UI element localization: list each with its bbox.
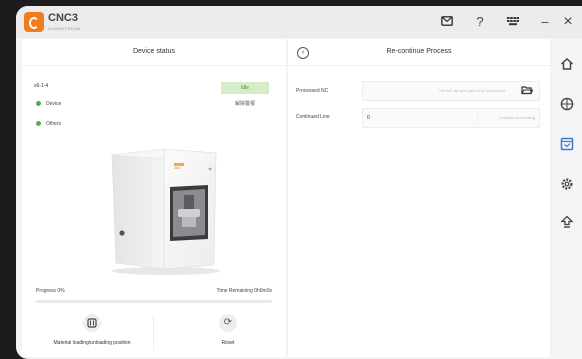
progress-bar bbox=[36, 300, 272, 303]
status-dot-icon bbox=[36, 101, 41, 107]
cnc-machine-image bbox=[111, 148, 220, 275]
side-nav bbox=[552, 39, 582, 359]
status-label: Others bbox=[46, 121, 62, 127]
processed-nc-field[interactable]: The NC file and path to be processed bbox=[362, 81, 540, 101]
material-loading-button[interactable]: Material loading/unloading position bbox=[52, 314, 132, 346]
cnc-logo-icon bbox=[24, 12, 44, 32]
device-status-title: Device status bbox=[22, 39, 286, 66]
continued-line-input[interactable] bbox=[367, 109, 477, 127]
time-remaining-label: Time Remaining 0h0m0s bbox=[216, 288, 272, 294]
action-label: Reset bbox=[221, 340, 235, 346]
status-label: Device bbox=[46, 101, 62, 107]
back-icon[interactable]: ‹ bbox=[297, 47, 309, 59]
close-icon[interactable]: × bbox=[558, 12, 578, 32]
settings-icon[interactable] bbox=[557, 177, 577, 197]
progress-label: Progress 0% bbox=[36, 288, 65, 294]
continued-line-label: Continued Line bbox=[296, 114, 330, 120]
status-item-device: Device bbox=[36, 101, 61, 107]
status-dot-icon bbox=[36, 121, 41, 127]
status-item-others: Others bbox=[36, 121, 61, 127]
upgrade-icon[interactable] bbox=[557, 215, 577, 235]
app-name: CNC3 bbox=[48, 12, 78, 24]
processed-nc-placeholder: The NC file and path to be processed bbox=[438, 88, 505, 93]
app-window: CNC3 DOWNSTREAM ? – × Device status s6-1… bbox=[16, 6, 582, 359]
keyboard-icon[interactable] bbox=[503, 12, 523, 32]
action-label: Material loading/unloading position bbox=[53, 340, 131, 346]
help-icon[interactable]: ? bbox=[470, 12, 490, 32]
clear-alarm-button[interactable]: 解除警报 bbox=[221, 99, 269, 109]
reset-button[interactable]: ⟳ Reset bbox=[208, 314, 248, 346]
title-bar: CNC3 DOWNSTREAM ? – × bbox=[16, 6, 582, 38]
reset-icon: ⟳ bbox=[219, 314, 237, 332]
continue-processing-hint: Continue processing bbox=[498, 115, 535, 120]
field-separator bbox=[477, 114, 478, 122]
processed-nc-label: Processed NC bbox=[296, 88, 329, 94]
app-subtitle: DOWNSTREAM bbox=[48, 26, 81, 31]
recontinue-process-panel: Re-continue Process ‹ Processed NC The N… bbox=[288, 39, 550, 357]
process-title: Re-continue Process bbox=[386, 48, 452, 55]
continued-line-field[interactable]: Continue processing bbox=[362, 108, 540, 128]
globe-icon[interactable] bbox=[557, 97, 577, 117]
device-id: s6-1-4 bbox=[34, 83, 49, 89]
load-position-icon bbox=[83, 314, 101, 332]
process-icon[interactable] bbox=[557, 137, 577, 157]
minimize-icon[interactable]: – bbox=[535, 12, 555, 32]
home-icon[interactable] bbox=[557, 57, 577, 77]
action-divider bbox=[153, 315, 154, 351]
divider bbox=[288, 65, 550, 66]
device-status-panel: Device status s6-1-4 Device Others Idle … bbox=[22, 39, 286, 357]
state-badge: Idle bbox=[221, 82, 269, 94]
mail-icon[interactable] bbox=[437, 12, 457, 32]
folder-open-icon[interactable] bbox=[521, 85, 534, 99]
